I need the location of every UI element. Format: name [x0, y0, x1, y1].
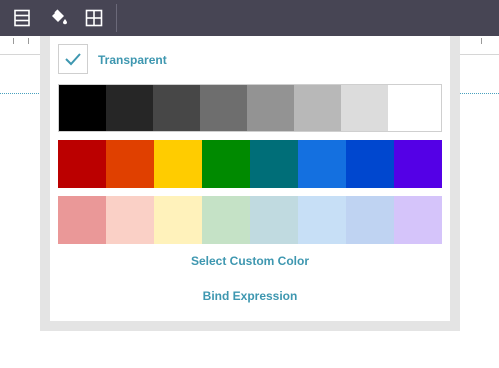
color-swatch[interactable] — [106, 196, 154, 244]
checkmark-icon — [65, 53, 81, 66]
color-swatch[interactable] — [346, 196, 394, 244]
paint-bucket-icon[interactable] — [47, 6, 71, 30]
toolbar — [0, 0, 499, 36]
color-swatch[interactable] — [394, 196, 442, 244]
gray-swatch-row — [58, 84, 442, 132]
color-swatch[interactable] — [200, 85, 247, 131]
color-swatch[interactable] — [298, 140, 346, 188]
color-swatch[interactable] — [294, 85, 341, 131]
color-swatch[interactable] — [250, 196, 298, 244]
color-picker-content: Transparent Select Custom Color Bind Exp… — [50, 36, 450, 321]
color-swatch[interactable] — [250, 140, 298, 188]
grid-icon[interactable] — [82, 6, 106, 30]
color-swatch[interactable] — [202, 196, 250, 244]
color-picker-popup: Transparent Select Custom Color Bind Exp… — [40, 36, 460, 331]
color-swatch[interactable] — [58, 140, 106, 188]
color-swatch[interactable] — [58, 196, 106, 244]
toolbar-separator — [116, 4, 117, 32]
select-custom-color-link[interactable]: Select Custom Color — [50, 254, 450, 268]
table-rows-icon[interactable] — [10, 6, 34, 30]
transparent-label: Transparent — [98, 53, 167, 67]
color-swatch[interactable] — [202, 140, 250, 188]
color-swatch[interactable] — [388, 85, 435, 131]
color-swatch[interactable] — [341, 85, 388, 131]
transparent-checkbox[interactable] — [58, 44, 88, 74]
pastel-swatch-row — [58, 196, 442, 244]
color-swatch[interactable] — [394, 140, 442, 188]
color-swatch[interactable] — [154, 196, 202, 244]
color-swatch[interactable] — [106, 85, 153, 131]
color-swatch[interactable] — [153, 85, 200, 131]
color-swatch[interactable] — [346, 140, 394, 188]
color-swatch[interactable] — [298, 196, 346, 244]
color-swatch[interactable] — [59, 85, 106, 131]
color-swatch[interactable] — [154, 140, 202, 188]
bind-expression-link[interactable]: Bind Expression — [50, 289, 450, 303]
color-swatch[interactable] — [106, 140, 154, 188]
color-swatch[interactable] — [247, 85, 294, 131]
vivid-swatch-row — [58, 140, 442, 188]
